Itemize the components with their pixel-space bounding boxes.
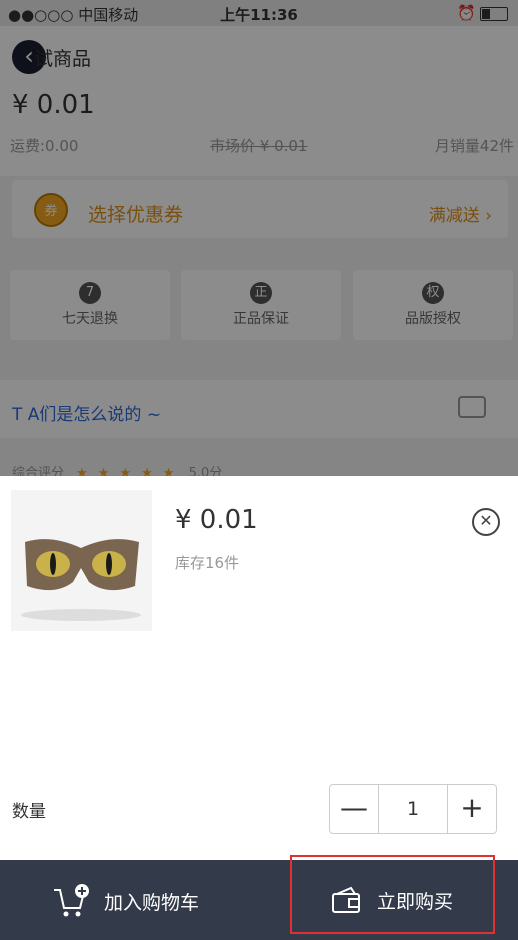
- sheet-price: ¥ 0.01: [175, 505, 258, 535]
- decrease-button[interactable]: —: [330, 785, 378, 833]
- dim-overlay[interactable]: [0, 0, 518, 476]
- stock-text: 库存16件: [175, 554, 240, 572]
- increase-button[interactable]: +: [448, 785, 496, 833]
- quantity-value[interactable]: 1: [378, 785, 448, 833]
- quantity-stepper: — 1 +: [329, 784, 497, 834]
- product-thumbnail: [11, 490, 152, 631]
- add-to-cart-label: 加入购物车: [104, 891, 200, 914]
- add-to-cart-button[interactable]: 加入购物车: [0, 860, 259, 940]
- close-icon[interactable]: ✕: [472, 508, 500, 536]
- quantity-label: 数量: [12, 802, 46, 822]
- cart-add-icon: [54, 884, 89, 917]
- highlight-box: [290, 855, 495, 934]
